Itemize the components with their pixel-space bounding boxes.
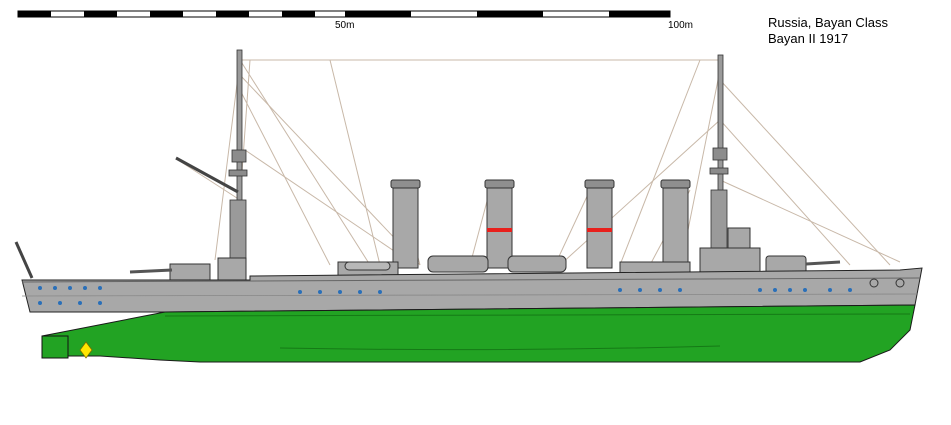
rigging (177, 59, 901, 271)
hull-upper (21, 267, 923, 313)
foremast (175, 49, 248, 271)
funnel-4 (660, 179, 691, 269)
caption: Russia, Bayan Class Bayan II 1917 (768, 15, 888, 47)
scale-label-50m: 50m (335, 20, 355, 31)
mainmast (709, 54, 729, 271)
hull-lower (41, 304, 916, 363)
scale-label-100m: 100m (668, 20, 694, 31)
ship-svg (14, 10, 923, 363)
funnel-3 (584, 179, 615, 269)
funnel-1 (390, 179, 421, 269)
caption-line-1: Russia, Bayan Class (768, 15, 888, 30)
funnels (390, 179, 691, 269)
ship-profile-drawing: 50m 100m Russia, Bayan Class Bayan II 19… (0, 0, 951, 420)
funnel-2 (484, 179, 515, 269)
caption-line-2: Bayan II 1917 (768, 31, 849, 46)
scale-bar (17, 10, 671, 18)
